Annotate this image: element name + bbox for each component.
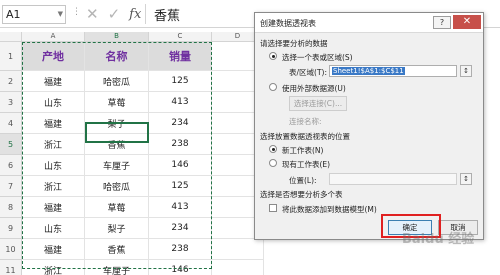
table-header-cell[interactable]: 销量 xyxy=(149,42,212,71)
table-cell[interactable]: 香蕉 xyxy=(85,239,149,260)
select-all-corner[interactable] xyxy=(0,32,22,42)
table-header-cell[interactable]: 产地 xyxy=(22,42,85,71)
column-header-b[interactable]: B xyxy=(85,32,149,42)
row-header-10[interactable]: 10 xyxy=(0,239,22,260)
table-cell[interactable]: 福建 xyxy=(22,71,85,92)
dialog-title: 创建数据透视表 xyxy=(260,19,316,28)
location-picker-icon[interactable]: ↕ xyxy=(460,173,472,185)
table-cell[interactable]: 山东 xyxy=(22,155,85,176)
row-header-1[interactable]: 1 xyxy=(0,42,22,71)
cancel-button[interactable]: 取消 xyxy=(438,220,478,235)
table-cell[interactable]: 草莓 xyxy=(85,92,149,113)
radio-select-table[interactable] xyxy=(269,52,277,60)
more-dots-icon: ⋮ xyxy=(72,7,81,17)
ok-button[interactable]: 确定 xyxy=(388,220,432,235)
section-choose-data: 请选择要分析的数据 xyxy=(260,39,328,48)
table-cell[interactable]: 车厘子 xyxy=(85,260,149,275)
add-to-model-checkbox[interactable] xyxy=(269,204,277,212)
table-cell[interactable]: 413 xyxy=(149,197,212,218)
location-input[interactable] xyxy=(329,173,457,185)
row-header-11[interactable]: 11 xyxy=(0,260,22,275)
row-header-6[interactable]: 6 xyxy=(0,155,22,176)
table-cell[interactable]: 413 xyxy=(149,92,212,113)
radio-existing-sheet-label: 现有工作表(E) xyxy=(282,160,331,169)
row-header-7[interactable]: 7 xyxy=(0,176,22,197)
section-multiple-tables: 选择是否想要分析多个表 xyxy=(260,190,343,199)
table-cell[interactable]: 哈密瓜 xyxy=(85,71,149,92)
row-header-4[interactable]: 4 xyxy=(0,113,22,134)
table-cell[interactable]: 山东 xyxy=(22,218,85,239)
connection-name-label: 连接名称: xyxy=(289,117,322,126)
table-header-cell[interactable]: 名称 xyxy=(85,42,149,71)
table-range-input[interactable]: Sheet1!$A$1:$C$11 xyxy=(329,65,457,77)
table-cell[interactable]: 草莓 xyxy=(85,197,149,218)
help-icon[interactable]: ? xyxy=(433,16,451,29)
table-cell[interactable]: 福建 xyxy=(22,239,85,260)
table-cell[interactable]: 234 xyxy=(149,218,212,239)
confirm-check-icon[interactable]: ✓ xyxy=(108,5,121,23)
row-header-5[interactable]: 5 xyxy=(0,134,22,155)
table-cell[interactable]: 238 xyxy=(149,239,212,260)
insert-function-icon[interactable]: fx xyxy=(129,7,141,22)
name-box[interactable]: A1 ▼ xyxy=(2,5,66,24)
row-header-8[interactable]: 8 xyxy=(0,197,22,218)
table-cell[interactable]: 146 xyxy=(149,260,212,275)
table-cell[interactable]: 梨子 xyxy=(85,218,149,239)
row-header-3[interactable]: 3 xyxy=(0,92,22,113)
radio-external-source-label: 使用外部数据源(U) xyxy=(282,84,346,93)
table-cell[interactable]: 146 xyxy=(149,155,212,176)
table-range-value: Sheet1!$A$1:$C$11 xyxy=(332,67,405,75)
table-cell[interactable]: 浙江 xyxy=(22,134,85,155)
radio-external-source[interactable] xyxy=(269,83,277,91)
table-cell[interactable]: 125 xyxy=(149,176,212,197)
table-cell[interactable]: 哈密瓜 xyxy=(85,176,149,197)
empty-cell[interactable] xyxy=(212,239,264,260)
excel-window: A1 ▼ ⋮ ✕ ✓ fx 香蕉 A B C D 1 产地 名称 销量 2 福建 哈密瓜 125 3 山东… xyxy=(0,0,500,275)
location-label: 位置(L): xyxy=(289,176,317,185)
column-header-c[interactable]: C xyxy=(149,32,212,42)
close-icon[interactable]: ✕ xyxy=(453,15,481,29)
table-cell[interactable]: 香蕉 xyxy=(85,134,149,155)
table-cell[interactable]: 山东 xyxy=(22,92,85,113)
formula-buttons: ✕ ✓ fx xyxy=(86,4,141,24)
table-cell[interactable]: 238 xyxy=(149,134,212,155)
table-cell[interactable]: 车厘子 xyxy=(85,155,149,176)
dialog-title-bar: 创建数据透视表 ? ✕ xyxy=(255,13,483,33)
radio-new-sheet-label: 新工作表(N) xyxy=(282,146,324,155)
table-cell[interactable]: 梨子 xyxy=(85,113,149,134)
choose-connection-button[interactable]: 选择连接(C)... xyxy=(289,96,347,111)
radio-select-table-label: 选择一个表或区域(S) xyxy=(282,53,353,62)
table-cell[interactable]: 浙江 xyxy=(22,176,85,197)
formula-divider xyxy=(145,4,146,24)
column-header-a[interactable]: A xyxy=(22,32,85,42)
radio-existing-sheet[interactable] xyxy=(269,159,277,167)
formula-input[interactable]: 香蕉 xyxy=(154,5,180,24)
row-header-9[interactable]: 9 xyxy=(0,218,22,239)
chevron-down-icon[interactable]: ▼ xyxy=(58,6,63,23)
section-location: 选择放置数据透视表的位置 xyxy=(260,132,350,141)
table-cell[interactable]: 福建 xyxy=(22,113,85,134)
table-cell[interactable]: 福建 xyxy=(22,197,85,218)
add-to-model-label: 将此数据添加到数据模型(M) xyxy=(282,205,377,214)
create-pivot-table-dialog: 创建数据透视表 ? ✕ 请选择要分析的数据 选择一个表或区域(S) 表/区域(T… xyxy=(254,12,484,240)
table-cell[interactable]: 125 xyxy=(149,71,212,92)
cancel-x-icon[interactable]: ✕ xyxy=(86,5,99,23)
table-cell[interactable]: 浙江 xyxy=(22,260,85,275)
range-picker-icon[interactable]: ↕ xyxy=(460,65,472,77)
radio-new-sheet[interactable] xyxy=(269,145,277,153)
row-header-2[interactable]: 2 xyxy=(0,71,22,92)
table-cell[interactable]: 234 xyxy=(149,113,212,134)
name-box-value: A1 xyxy=(6,8,21,21)
table-range-label: 表/区域(T): xyxy=(289,68,327,77)
empty-cell[interactable] xyxy=(212,260,264,275)
